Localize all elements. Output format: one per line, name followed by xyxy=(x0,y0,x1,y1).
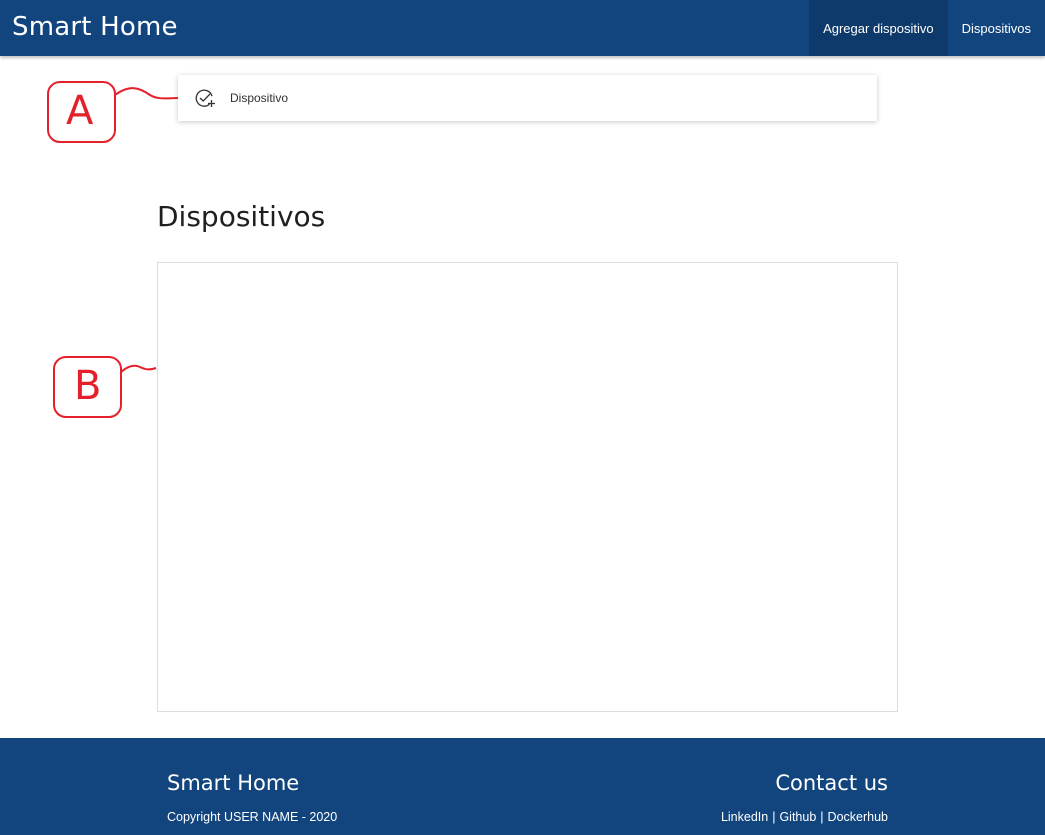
footer-contact-title: Contact us xyxy=(775,771,888,795)
footer-separator: | xyxy=(820,810,824,824)
footer-brand: Smart Home xyxy=(167,771,300,795)
footer-links: LinkedIn | Github | Dockerhub xyxy=(721,810,888,824)
dockerhub-link[interactable]: Dockerhub xyxy=(828,810,888,824)
github-link[interactable]: Github xyxy=(779,810,816,824)
linkedin-link[interactable]: LinkedIn xyxy=(721,810,768,824)
annotation-b-label: B xyxy=(74,363,102,409)
footer-copyright: Copyright USER NAME - 2020 xyxy=(167,810,338,824)
annotation-a-label: A xyxy=(66,88,94,134)
footer: Smart Home Copyright USER NAME - 2020 Co… xyxy=(0,738,1045,835)
page: Smart Home Agregar dispositivo Dispositi… xyxy=(0,0,1045,835)
footer-separator: | xyxy=(772,810,776,824)
